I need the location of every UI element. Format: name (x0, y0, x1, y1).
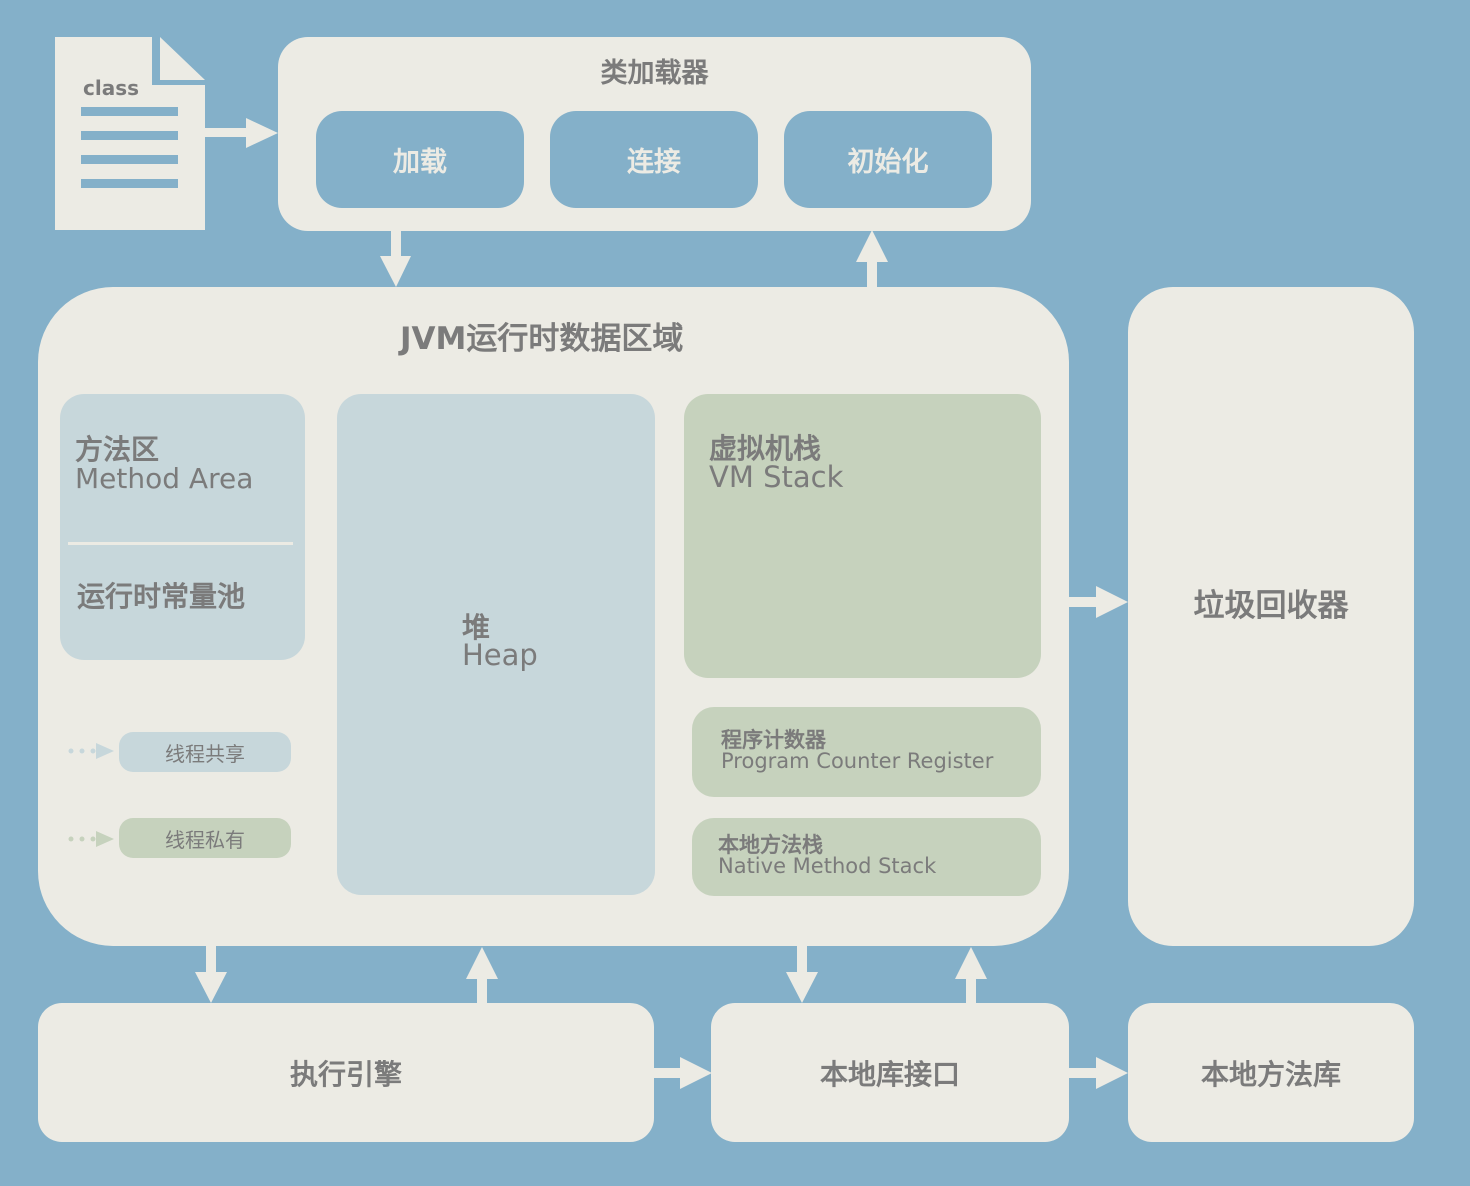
execution-engine: 执行引擎 (38, 1003, 654, 1142)
method-area: 方法区 Method Area 运行时常量池 (60, 394, 305, 660)
garbage-collector: 垃圾回收器 (1128, 287, 1414, 946)
runtime-data-area: JVM运行时数据区域 方法区 Method Area 运行时常量池 堆 Heap… (38, 287, 1069, 946)
native-stack-title-en: Native Method Stack (718, 854, 937, 878)
arrow-runtime-to-native-interface (786, 945, 818, 1003)
class-file-fold (160, 37, 205, 80)
divider (68, 542, 293, 545)
runtime-constant-pool: 运行时常量池 (77, 580, 246, 613)
method-area-title-en: Method Area (75, 462, 254, 495)
vm-stack-title-en: VM Stack (709, 460, 844, 494)
arrow-class-to-loader (205, 118, 278, 148)
heap: 堆 Heap (337, 394, 655, 895)
legend-private: 线程私有 (119, 818, 291, 858)
arrow-runtime-to-loader (856, 230, 888, 288)
native-library: 本地方法库 (1128, 1003, 1414, 1142)
pc-register: 程序计数器 Program Counter Register (692, 707, 1041, 797)
arrow-runtime-to-gc (1068, 586, 1128, 618)
arrow-exec-to-native-interface (653, 1057, 712, 1089)
pc-register-title-en: Program Counter Register (721, 749, 994, 773)
class-loader-title: 类加载器 (600, 58, 709, 89)
heap-title-en: Heap (462, 638, 538, 672)
stage-load: 加载 (316, 111, 524, 208)
arrow-native-interface-to-library (1068, 1057, 1128, 1089)
arrow-runtime-to-exec (195, 945, 227, 1003)
arrow-exec-to-runtime (466, 947, 498, 1005)
arrow-native-interface-to-runtime (955, 947, 987, 1005)
vm-stack: 虚拟机栈 VM Stack (684, 394, 1041, 678)
class-file-label: class (83, 76, 140, 100)
class-loader: 类加载器 加载 连接 初始化 (278, 37, 1031, 231)
arrow-loader-to-runtime (380, 230, 411, 287)
legend-shared: 线程共享 (119, 732, 291, 772)
native-interface: 本地库接口 (711, 1003, 1069, 1142)
stage-init: 初始化 (784, 111, 992, 208)
native-method-stack: 本地方法栈 Native Method Stack (692, 818, 1041, 896)
runtime-title: JVM运行时数据区域 (400, 321, 684, 357)
stage-link: 连接 (550, 111, 758, 208)
